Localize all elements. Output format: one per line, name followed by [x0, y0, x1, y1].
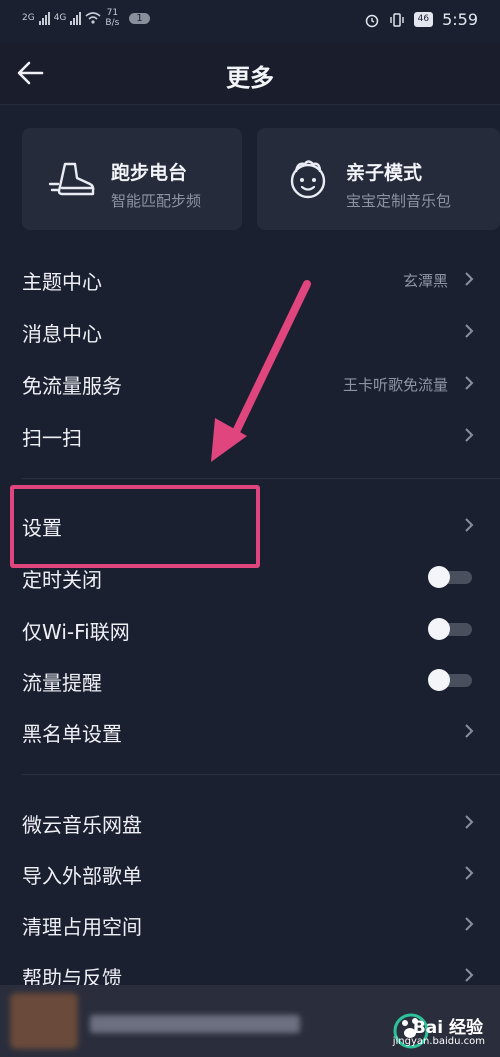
watermark-text: Bai 经验	[412, 1018, 483, 1038]
sleep-timer-toggle[interactable]	[428, 566, 474, 588]
list-item-label: 主题中心	[22, 270, 102, 294]
status-right: 46 5:59	[364, 10, 478, 29]
baidu-watermark: Bai 经验 jingyan.baidu.com	[385, 1005, 495, 1053]
watermark-url: jingyan.baidu.com	[392, 1036, 485, 1047]
chevron-right-icon	[465, 324, 474, 338]
chevron-right-icon	[465, 724, 474, 738]
annotation-highlight-box	[10, 485, 260, 568]
signal-icon	[70, 11, 82, 25]
network-label-2g: 2G	[22, 13, 35, 23]
signal-icon	[38, 11, 50, 25]
running-shoe-icon	[48, 162, 95, 196]
list-item-blacklist-settings[interactable]: 黑名单设置	[0, 706, 500, 758]
card-subtitle: 智能匹配步频	[111, 192, 202, 210]
network-speed: 71 B/s	[105, 8, 120, 28]
status-time: 5:59	[442, 10, 478, 29]
chevron-right-icon	[465, 272, 474, 286]
network-label-4g: 4G	[53, 13, 67, 23]
list-item-label: 消息中心	[22, 322, 102, 346]
card-running-radio[interactable]: 跑步电台 智能匹配步频	[22, 128, 242, 230]
list-item-label: 扫一扫	[22, 426, 82, 450]
list-item-label: 定时关闭	[22, 568, 102, 592]
list-item-value: 王卡听歌免流量	[342, 376, 448, 394]
alarm-icon	[365, 14, 378, 27]
chevron-right-icon	[465, 917, 474, 931]
list-item-value: 玄潭黑	[402, 272, 448, 290]
status-bar: 2G 4G 71 B/s 1 46 5:59	[0, 0, 500, 42]
divider	[22, 774, 500, 775]
divider	[22, 478, 500, 479]
list-item-label: 导入外部歌单	[22, 864, 142, 888]
chevron-right-icon	[465, 428, 474, 442]
list-item-wifi-only: 仅Wi-Fi联网	[0, 604, 500, 656]
child-face-icon	[290, 160, 326, 199]
wifi-icon	[85, 12, 101, 24]
card-title: 跑步电台	[111, 162, 188, 184]
card-subtitle: 宝宝定制音乐包	[346, 192, 452, 210]
card-title: 亲子模式	[346, 162, 423, 184]
list-item-weiyun-music-drive[interactable]: 微云音乐网盘	[0, 797, 500, 849]
album-cover[interactable]	[10, 993, 78, 1049]
song-info-blurred	[90, 1015, 300, 1033]
battery-icon: 46	[413, 12, 434, 27]
chevron-right-icon	[465, 376, 474, 390]
wifi-only-toggle[interactable]	[428, 618, 474, 640]
annotation-arrow	[211, 280, 311, 462]
card-parent-child-mode[interactable]: 亲子模式 宝宝定制音乐包	[257, 128, 500, 230]
list-item-label: 流量提醒	[22, 671, 102, 695]
notification-badge: 1	[129, 12, 150, 24]
chevron-right-icon	[465, 518, 474, 532]
chevron-right-icon	[465, 866, 474, 880]
chevron-right-icon	[465, 815, 474, 829]
list-item-label: 清理占用空间	[22, 915, 142, 939]
data-reminder-toggle[interactable]	[428, 669, 474, 691]
header: 更多	[0, 42, 500, 105]
list-item-clear-storage[interactable]: 清理占用空间	[0, 899, 500, 951]
page-title: 更多	[226, 64, 274, 92]
list-item-import-playlist[interactable]: 导入外部歌单	[0, 848, 500, 900]
list-item-label: 微云音乐网盘	[22, 813, 142, 837]
list-item-label: 黑名单设置	[22, 722, 122, 746]
list-item-label: 免流量服务	[22, 374, 122, 398]
vibrate-icon	[389, 12, 404, 27]
chevron-right-icon	[465, 968, 474, 982]
list-item-data-reminder: 流量提醒	[0, 655, 500, 707]
status-left: 2G 4G 71 B/s 1	[22, 8, 150, 28]
list-item-label: 仅Wi-Fi联网	[22, 620, 130, 644]
